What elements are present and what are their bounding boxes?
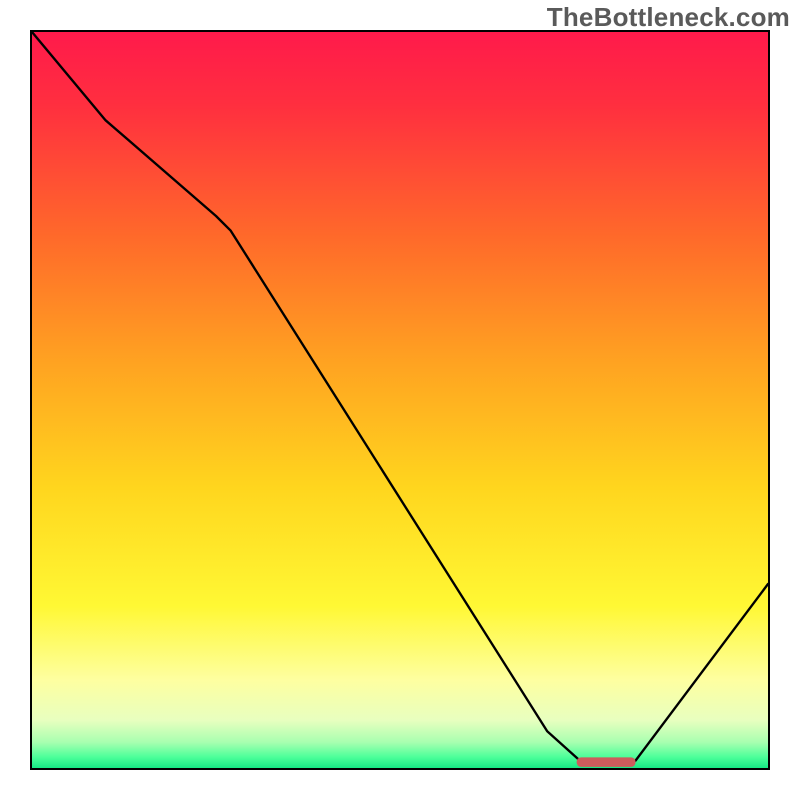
chart-container: TheBottleneck.com: [0, 0, 800, 800]
watermark-text: TheBottleneck.com: [547, 2, 790, 33]
plot-area: [30, 30, 770, 770]
optimal-marker: [32, 32, 768, 768]
